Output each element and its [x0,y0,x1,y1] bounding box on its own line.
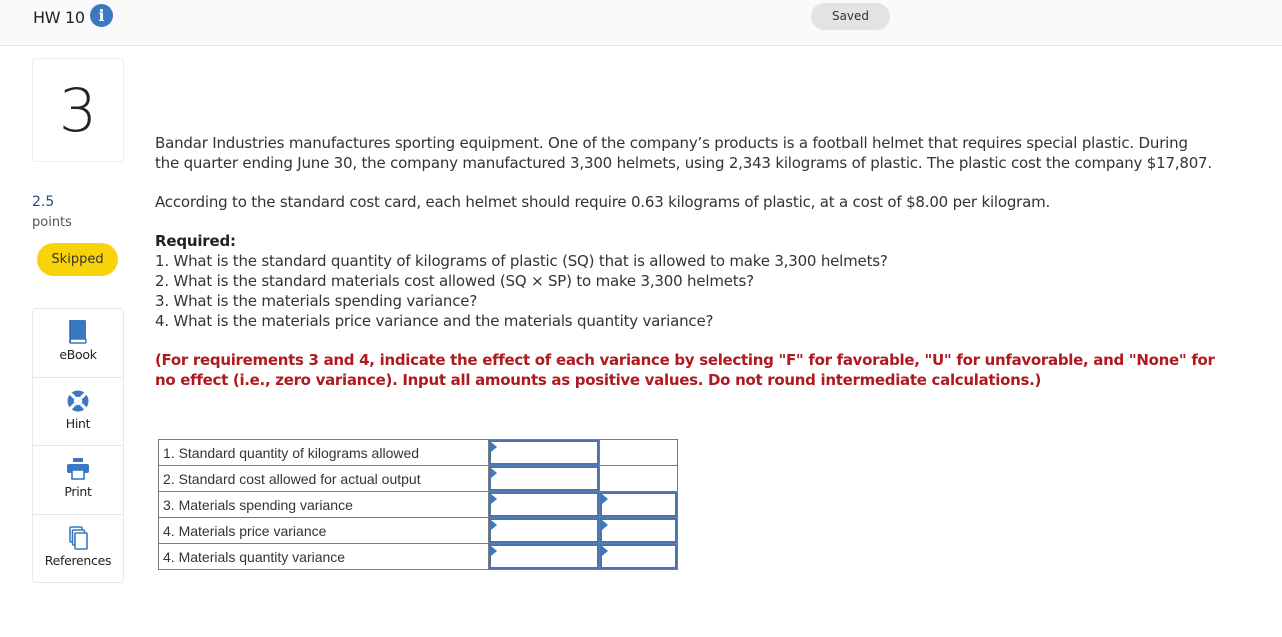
answer-row-label: 4. Materials price variance [158,517,489,544]
effect-select-wrapper [600,544,677,569]
answer-row: 4. Materials price variance [158,517,678,544]
problem-paragraph-2: According to the standard cost card, eac… [155,193,1051,211]
amount-cell [488,491,600,518]
answer-row: 1. Standard quantity of kilograms allowe… [158,439,678,466]
print-button[interactable]: Print [33,446,123,515]
book-icon [69,320,87,344]
question-number: 3 [32,58,124,162]
amount-input-wrapper [489,440,599,465]
info-icon[interactable]: i [90,4,113,27]
question-status-badge: Skipped [37,243,118,276]
required-heading: Required: [155,232,236,250]
answer-row-label: 4. Materials quantity variance [158,543,489,570]
save-status-badge: Saved [811,3,890,30]
hint-label: Hint [65,415,91,431]
question-content: Bandar Industries manufactures sporting … [155,133,1215,390]
requirements-list: 1. What is the standard quantity of kilo… [155,251,1215,331]
answer-row-label: 1. Standard quantity of kilograms allowe… [158,439,489,466]
amount-cell [488,439,600,466]
requirement-item: 2. What is the standard materials cost a… [155,272,754,290]
answer-row: 3. Materials spending variance [158,491,678,518]
effect-cell [599,465,678,492]
amount-cell [488,543,600,570]
printer-icon [67,458,89,480]
hint-button[interactable]: Hint [33,378,123,446]
amount-cell [488,517,600,544]
effect-select[interactable] [602,494,675,515]
amount-input[interactable] [491,468,597,489]
effect-select[interactable] [602,546,675,567]
effect-cell [599,491,678,518]
amount-input-wrapper [489,466,599,491]
amount-cell [488,465,600,492]
documents-icon [69,525,88,550]
amount-input-wrapper [489,492,599,517]
amount-input-wrapper [489,544,599,569]
ebook-label: eBook [59,347,97,362]
lifebuoy-icon [67,390,89,411]
answer-table: 1. Standard quantity of kilograms allowe… [158,439,678,570]
ebook-button[interactable]: eBook [33,309,123,378]
effect-cell [599,543,678,570]
problem-paragraph-1: Bandar Industries manufactures sporting … [155,134,1212,172]
instruction-note: (For requirements 3 and 4, indicate the … [155,351,1215,389]
points-label: points [32,215,72,230]
amount-input-wrapper [489,518,599,543]
requirement-item: 3. What is the materials spending varian… [155,292,478,310]
amount-input[interactable] [491,520,597,541]
requirement-item: 1. What is the standard quantity of kilo… [155,252,888,270]
assignment-title: HW 10 [33,8,85,27]
effect-cell [599,439,678,466]
effect-select-wrapper [600,518,677,543]
print-label: Print [64,484,92,499]
effect-cell [599,517,678,544]
requirement-item: 4. What is the materials price variance … [155,312,714,330]
answer-row: 4. Materials quantity variance [158,543,678,570]
tools-panel: eBook Hint Print References [32,308,124,583]
references-label: References [44,552,112,568]
references-button[interactable]: References [33,515,123,584]
points-value: 2.5 [32,194,55,210]
amount-input[interactable] [491,494,597,515]
amount-input[interactable] [491,442,597,463]
top-bar: HW 10 i Saved [0,0,1282,46]
answer-row-label: 3. Materials spending variance [158,491,489,518]
effect-select[interactable] [602,520,675,541]
amount-input[interactable] [491,546,597,567]
answer-row-label: 2. Standard cost allowed for actual outp… [158,465,489,492]
effect-select-wrapper [600,492,677,517]
answer-row: 2. Standard cost allowed for actual outp… [158,465,678,492]
